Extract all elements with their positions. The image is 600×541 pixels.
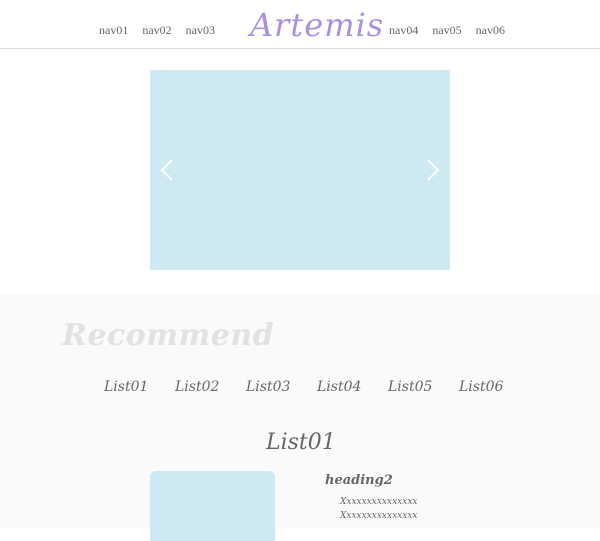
- chevron-right-icon: [427, 159, 440, 181]
- tab-list03[interactable]: List03: [246, 379, 317, 395]
- tab-list02[interactable]: List02: [175, 379, 246, 395]
- site-header: nav01 nav02 nav03 Artemis nav04 nav05 na…: [0, 0, 600, 49]
- nav-left: nav01 nav02 nav03: [99, 23, 215, 38]
- item-heading: heading2: [325, 473, 393, 488]
- hero-slider: [150, 70, 450, 270]
- nav-item-04[interactable]: nav04: [389, 23, 418, 38]
- nav-item-05[interactable]: nav05: [432, 23, 461, 38]
- item-text-line: Xxxxxxxxxxxxxxx: [340, 511, 418, 521]
- tab-list04[interactable]: List04: [317, 379, 388, 395]
- chevron-left-icon: [160, 159, 173, 181]
- nav-item-03[interactable]: nav03: [186, 23, 215, 38]
- nav-item-01[interactable]: nav01: [99, 23, 128, 38]
- section-title: Recommend: [62, 318, 275, 353]
- nav-item-06[interactable]: nav06: [476, 23, 505, 38]
- recommend-section: Recommend List01 List02 List03 List04 Li…: [0, 294, 600, 541]
- item-thumbnail[interactable]: [150, 471, 275, 541]
- item-text-line: Xxxxxxxxxxxxxxx: [340, 497, 418, 507]
- tab-list01[interactable]: List01: [104, 379, 175, 395]
- nav-item-02[interactable]: nav02: [142, 23, 171, 38]
- nav-right: nav04 nav05 nav06: [389, 23, 505, 38]
- tab-list05[interactable]: List05: [388, 379, 459, 395]
- list-heading: List01: [266, 430, 336, 455]
- slider-prev-button[interactable]: [158, 158, 176, 182]
- site-logo[interactable]: Artemis: [250, 6, 383, 44]
- list-tabs: List01 List02 List03 List04 List05 List0…: [104, 379, 530, 395]
- slider-next-button[interactable]: [424, 158, 442, 182]
- tab-list06[interactable]: List06: [459, 379, 530, 395]
